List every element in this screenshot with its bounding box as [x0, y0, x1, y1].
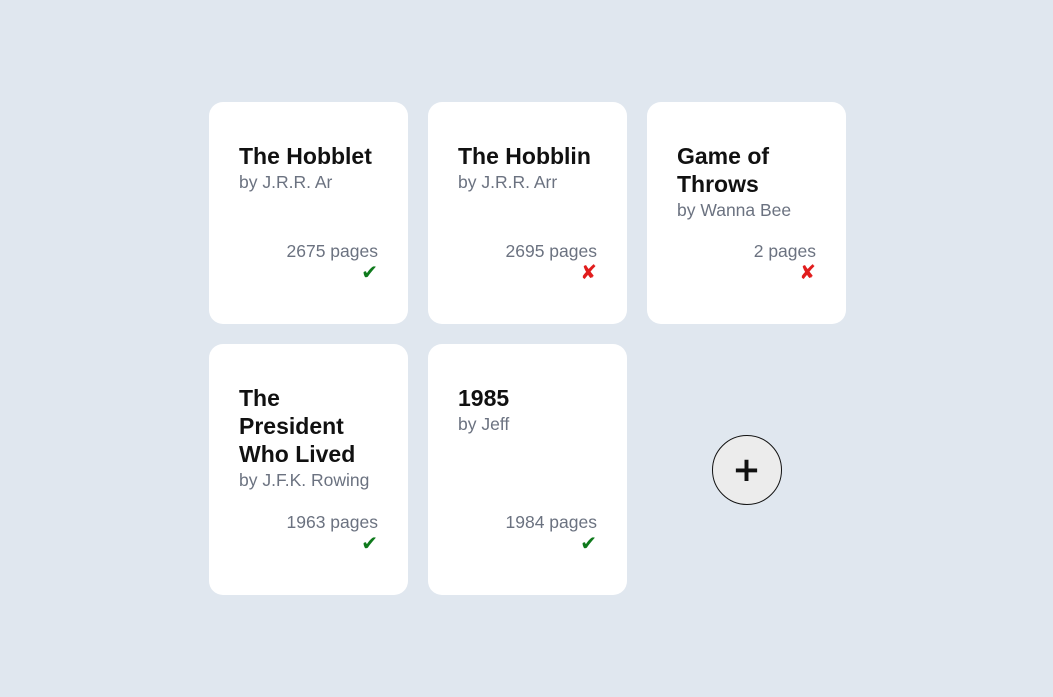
- book-title: Game of Throws: [677, 143, 770, 197]
- book-author: by J.R.R. Arr: [458, 172, 558, 192]
- book-title: The President Who Lived: [239, 385, 356, 467]
- book-pages: 2675 pages: [286, 241, 378, 261]
- read-status-check-icon[interactable]: ✔: [361, 533, 378, 555]
- book-pages: 2 pages: [753, 241, 816, 261]
- book-card[interactable]: The Hobblin by J.R.R. Arr 2695 pages ✘: [428, 102, 627, 324]
- book-pages: 2695 pages: [505, 241, 597, 261]
- book-card[interactable]: The Hobblet by J.R.R. Ar 2675 pages ✔: [209, 102, 408, 324]
- card-footer: 2675 pages ✔: [287, 240, 378, 284]
- card-footer: 1984 pages ✔: [506, 511, 597, 555]
- book-title: The Hobblet: [239, 143, 372, 169]
- card-footer: 2695 pages ✘: [506, 240, 597, 284]
- book-card[interactable]: Game of Throws by Wanna Bee 2 pages ✘: [647, 102, 846, 324]
- read-status-cross-icon[interactable]: ✘: [799, 262, 816, 284]
- book-card[interactable]: The President Who Lived by J.F.K. Rowing…: [209, 344, 408, 595]
- add-book-button[interactable]: +: [711, 434, 782, 505]
- book-title: 1985: [458, 385, 510, 411]
- card-footer: 1963 pages ✔: [287, 511, 378, 555]
- read-status-cross-icon[interactable]: ✘: [580, 262, 597, 284]
- book-grid: The Hobblet by J.R.R. Ar 2675 pages ✔ Th…: [209, 102, 846, 595]
- book-pages: 1984 pages: [505, 512, 597, 532]
- card-footer: 2 pages ✘: [754, 240, 816, 284]
- add-book-slot: +: [647, 344, 846, 595]
- read-status-check-icon[interactable]: ✔: [361, 262, 378, 284]
- book-card[interactable]: 1985 by Jeff 1984 pages ✔: [428, 344, 627, 595]
- book-author: by J.R.R. Ar: [239, 172, 333, 192]
- book-author: by J.F.K. Rowing: [239, 470, 370, 490]
- read-status-check-icon[interactable]: ✔: [580, 533, 597, 555]
- plus-icon: +: [732, 449, 761, 490]
- book-author: by Wanna Bee: [677, 200, 792, 220]
- book-pages: 1963 pages: [286, 512, 378, 532]
- book-author: by Jeff: [458, 414, 510, 434]
- book-title: The Hobblin: [458, 143, 591, 169]
